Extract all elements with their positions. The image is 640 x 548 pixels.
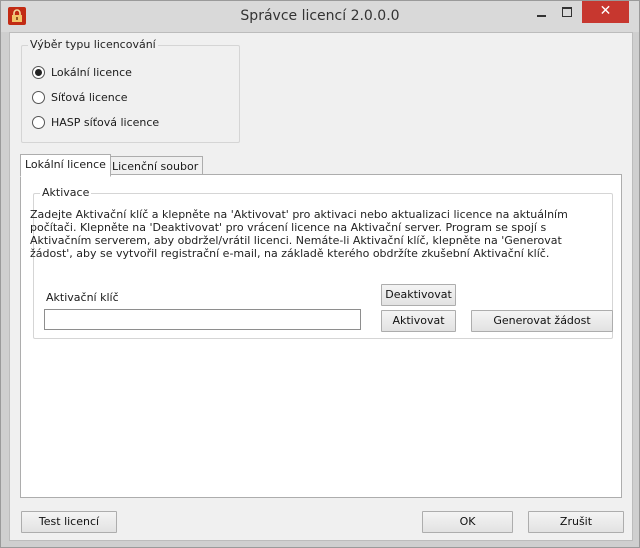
minimize-button[interactable] — [528, 1, 554, 23]
activation-description: Zadejte Aktivační klíč a klepněte na 'Ak… — [30, 208, 568, 260]
maximize-button[interactable] — [554, 1, 580, 23]
radio-local-license[interactable]: Lokální licence — [32, 64, 132, 80]
radio-unselected-icon[interactable] — [32, 115, 45, 129]
radio-label: Lokální licence — [51, 65, 132, 79]
license-manager-window: Správce licencí 2.0.0.0 ✕ Výběr typu lic… — [0, 0, 640, 548]
radio-label: Síťová licence — [51, 90, 128, 104]
licensing-type-group: Výběr typu licencování Lokální licence S… — [21, 38, 240, 143]
ok-button[interactable]: OK — [422, 511, 513, 533]
activation-key-input[interactable] — [44, 309, 361, 330]
test-licenses-button[interactable]: Test licencí — [21, 511, 117, 533]
licensing-type-legend: Výběr typu licencování — [28, 38, 158, 51]
radio-hasp-network-license[interactable]: HASP síťová licence — [32, 114, 159, 130]
deactivate-button[interactable]: Deaktivovat — [381, 284, 456, 306]
radio-network-license[interactable]: Síťová licence — [32, 89, 128, 105]
generate-request-button[interactable]: Generovat žádost — [471, 310, 613, 332]
close-button[interactable]: ✕ — [582, 1, 629, 23]
activate-button[interactable]: Aktivovat — [381, 310, 456, 332]
radio-selected-icon[interactable] — [32, 65, 45, 79]
local-license-tab-panel: Aktivace Zadejte Aktivační klíč a klepně… — [20, 174, 622, 498]
title-bar[interactable]: Správce licencí 2.0.0.0 ✕ — [1, 1, 639, 32]
radio-label: HASP síťová licence — [51, 115, 160, 129]
activation-legend: Aktivace — [40, 186, 92, 199]
maximize-icon — [562, 7, 572, 17]
tab-local-license[interactable]: Lokální licence — [20, 154, 111, 177]
radio-unselected-icon[interactable] — [32, 90, 45, 104]
dialog-client-area: Výběr typu licencování Lokální licence S… — [9, 32, 633, 541]
close-icon: ✕ — [599, 3, 612, 19]
activation-key-label: Aktivační klíč — [46, 291, 119, 304]
minimize-icon — [537, 15, 546, 17]
cancel-button[interactable]: Zrušit — [528, 511, 624, 533]
